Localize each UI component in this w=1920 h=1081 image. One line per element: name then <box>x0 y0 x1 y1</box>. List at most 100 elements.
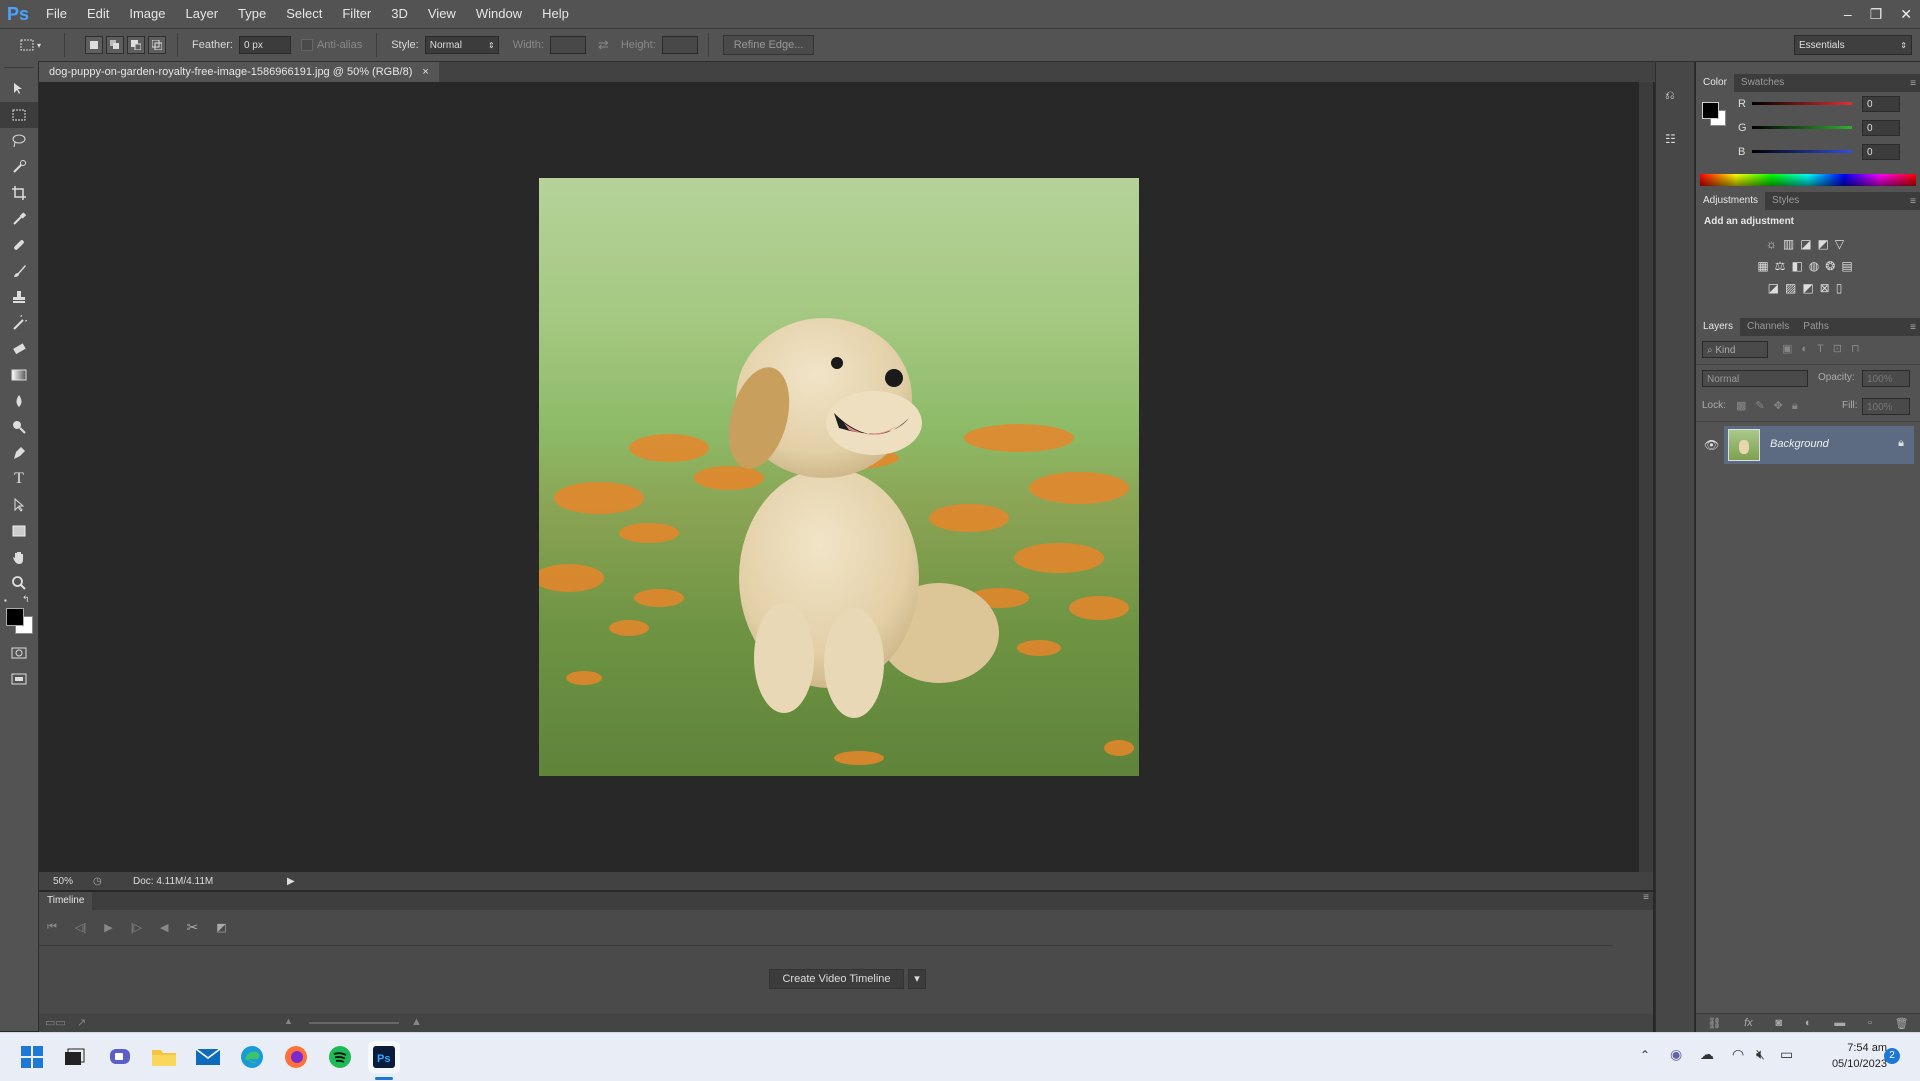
color-lookup-icon[interactable]: ▤ <box>1841 259 1858 273</box>
dodge-tool-icon[interactable] <box>0 414 38 440</box>
lasso-tool-icon[interactable] <box>0 128 38 154</box>
menu-type[interactable]: Type <box>228 0 276 28</box>
previous-frame-icon[interactable]: ◁| <box>75 921 86 934</box>
history-panel-icon[interactable]: ⎌ <box>1665 88 1683 106</box>
split-scissors-icon[interactable]: ✂ <box>187 919 199 936</box>
crop-tool-icon[interactable] <box>0 180 38 206</box>
notification-badge[interactable]: 2 <box>1884 1048 1900 1064</box>
menu-view[interactable]: View <box>418 0 466 28</box>
menu-layer[interactable]: Layer <box>176 0 229 28</box>
visibility-eye-icon[interactable]: 👁︎ <box>1704 438 1719 452</box>
wifi-icon[interactable]: ◠ <box>1732 1046 1744 1063</box>
default-colors-icon[interactable]: ▪ <box>4 596 7 605</box>
mail-icon[interactable] <box>192 1041 224 1073</box>
brightness-icon[interactable]: ☼ <box>1766 237 1783 251</box>
tray-teams-icon[interactable]: ◉ <box>1670 1046 1682 1063</box>
new-adjustment-layer-icon[interactable]: ◐ <box>1805 1017 1812 1029</box>
document-image[interactable] <box>539 178 1139 776</box>
status-menu-arrow-icon[interactable]: ▶ <box>287 876 295 887</box>
height-input[interactable] <box>661 36 698 54</box>
zoom-out-icon[interactable]: ▲ <box>284 1016 293 1026</box>
zoom-level[interactable]: 50% <box>39 876 93 887</box>
type-tool-icon[interactable]: T <box>0 466 38 492</box>
channel-b-input[interactable]: 0 <box>1862 144 1900 160</box>
color-spectrum-bar[interactable] <box>1700 174 1916 186</box>
tray-onedrive-icon[interactable]: ☁ <box>1700 1046 1714 1063</box>
gradient-tool-icon[interactable] <box>0 362 38 388</box>
hand-tool-icon[interactable] <box>0 544 38 570</box>
layer-row[interactable]: Background 🔒︎ <box>1724 426 1914 464</box>
antialias-checkbox[interactable] <box>300 39 313 51</box>
menu-image[interactable]: Image <box>119 0 175 28</box>
transition-icon[interactable]: ◩ <box>216 921 226 934</box>
fill-input[interactable]: 100% <box>1862 398 1910 415</box>
zoom-in-icon[interactable]: ▲ <box>411 1016 422 1028</box>
filter-type-icon[interactable]: T <box>1817 343 1833 355</box>
threshold-icon[interactable]: ◩ <box>1802 281 1819 295</box>
tab-color[interactable]: Color <box>1696 74 1734 92</box>
subtract-from-selection-icon[interactable] <box>127 36 145 54</box>
layer-kind-filter[interactable]: ⌕ Kind <box>1702 341 1768 358</box>
quick-selection-tool-icon[interactable] <box>0 154 38 180</box>
tab-styles[interactable]: Styles <box>1765 192 1806 210</box>
add-to-selection-icon[interactable] <box>106 36 124 54</box>
filter-adjustment-icon[interactable]: ◐ <box>1801 343 1817 355</box>
swap-colors-icon[interactable]: ↰ <box>22 594 30 605</box>
foreground-color-swatch[interactable] <box>6 608 24 626</box>
invert-icon[interactable]: ◪ <box>1768 281 1785 295</box>
document-tab[interactable]: dog-puppy-on-garden-royalty-free-image-1… <box>39 62 439 82</box>
edge-browser-icon[interactable] <box>236 1041 268 1073</box>
menu-file[interactable]: File <box>36 0 77 28</box>
new-group-icon[interactable]: ▬ <box>1834 1017 1845 1029</box>
lock-all-icon[interactable]: 🔒︎ <box>1792 400 1807 412</box>
blend-mode-select[interactable]: Normal <box>1702 370 1808 387</box>
panel-menu-icon[interactable]: ≡ <box>1910 196 1916 207</box>
link-layers-icon[interactable]: ⛓ <box>1707 1017 1721 1030</box>
lock-brush-icon[interactable]: ✎ <box>1755 400 1773 412</box>
channel-g-slider[interactable] <box>1752 126 1852 129</box>
close-button[interactable]: ✕ <box>1900 6 1912 23</box>
tab-channels[interactable]: Channels <box>1740 318 1796 336</box>
start-menu-icon[interactable] <box>16 1041 48 1073</box>
channel-b-slider[interactable] <box>1752 150 1852 153</box>
new-layer-icon[interactable]: ▫ <box>1868 1017 1872 1029</box>
quick-mask-icon[interactable] <box>0 640 38 666</box>
screen-mode-icon[interactable] <box>0 666 38 692</box>
menu-window[interactable]: Window <box>466 0 532 28</box>
menu-filter[interactable]: Filter <box>332 0 381 28</box>
eyedropper-tool-icon[interactable] <box>0 206 38 232</box>
eraser-tool-icon[interactable] <box>0 336 38 362</box>
close-icon[interactable]: × <box>422 66 428 78</box>
clone-stamp-tool-icon[interactable] <box>0 284 38 310</box>
lock-position-icon[interactable]: ✥ <box>1774 400 1792 412</box>
vertical-scrollbar[interactable] <box>1639 82 1653 872</box>
exposure-icon[interactable]: ◩ <box>1818 237 1835 251</box>
play-icon[interactable]: ▶ <box>104 921 112 934</box>
zoom-slider[interactable] <box>309 1022 399 1024</box>
tab-layers[interactable]: Layers <box>1696 318 1741 336</box>
chevron-down-icon[interactable]: ▾ <box>908 969 926 989</box>
feather-input[interactable]: 0 px <box>238 36 291 54</box>
swap-dimensions-icon[interactable]: ⇄ <box>598 37 609 53</box>
pen-tool-icon[interactable] <box>0 440 38 466</box>
zoom-tool-icon[interactable] <box>0 570 38 596</box>
rectangle-tool-icon[interactable] <box>0 518 38 544</box>
history-brush-tool-icon[interactable] <box>0 310 38 336</box>
intersect-selection-icon[interactable] <box>148 36 166 54</box>
selective-color-icon[interactable]: ⊠ <box>1820 281 1836 295</box>
blur-tool-icon[interactable] <box>0 388 38 414</box>
render-icon[interactable]: ↗ <box>77 1016 86 1029</box>
teams-chat-icon[interactable] <box>104 1041 136 1073</box>
next-frame-icon[interactable]: |▷ <box>131 921 142 934</box>
timeline-tab[interactable]: Timeline <box>39 892 93 910</box>
healing-brush-tool-icon[interactable] <box>0 232 38 258</box>
minimize-button[interactable]: – <box>1844 6 1852 22</box>
tab-paths[interactable]: Paths <box>1796 318 1836 336</box>
workspace-select[interactable]: Essentials ⇕ <box>1794 35 1912 55</box>
channel-r-slider[interactable] <box>1752 102 1852 105</box>
opacity-input[interactable]: 100% <box>1862 370 1910 387</box>
spotify-icon[interactable] <box>324 1041 356 1073</box>
firefox-icon[interactable] <box>280 1041 312 1073</box>
restore-button[interactable]: ❐ <box>1870 6 1883 23</box>
gradient-map-icon[interactable]: ▯ <box>1836 281 1849 295</box>
